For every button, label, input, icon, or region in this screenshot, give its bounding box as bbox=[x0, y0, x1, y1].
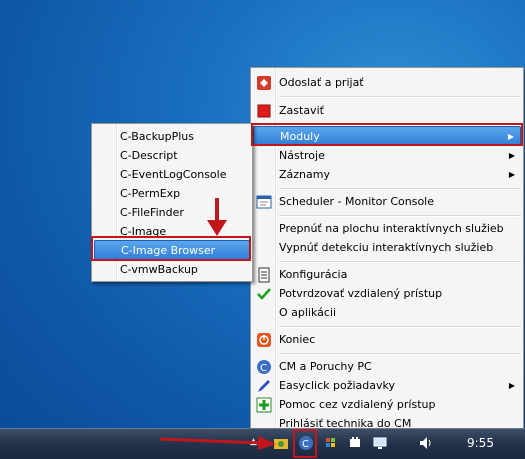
submenu-item-label: C-PermExp bbox=[120, 187, 181, 200]
menu-item-remote-help[interactable]: Pomoc cez vzdialený prístup bbox=[253, 395, 521, 414]
remote-help-icon bbox=[256, 397, 272, 413]
annotation-arrow-right-icon bbox=[159, 436, 276, 450]
submenu-item-vmwbackup[interactable]: C-vmwBackup bbox=[94, 260, 250, 279]
pen-icon bbox=[256, 378, 272, 394]
menu-item-label: Odoslať a prijať bbox=[279, 76, 364, 89]
menu-separator bbox=[279, 353, 521, 355]
submenu-item-label: C-EventLogConsole bbox=[120, 168, 227, 181]
annotation-box-tray-icon bbox=[293, 429, 317, 458]
menu-item-label: CM a Poruchy PC bbox=[279, 360, 372, 373]
submenu-item-descript[interactable]: C-Descript bbox=[94, 146, 250, 165]
menu-separator bbox=[279, 261, 521, 263]
menu-item-label: Konfigurácia bbox=[279, 268, 348, 281]
menu-separator bbox=[279, 326, 521, 328]
configuration-icon bbox=[256, 267, 272, 283]
menu-item-easyclick[interactable]: Easyclick požiadavky ▶ bbox=[253, 376, 521, 395]
submenu-arrow-icon: ▶ bbox=[508, 170, 515, 179]
submenu-item-label: C-FileFinder bbox=[120, 206, 184, 219]
menu-item-switch-desktop[interactable]: Prepnúť na plochu interaktívnych služieb bbox=[253, 219, 521, 238]
menu-item-label: Scheduler - Monitor Console bbox=[279, 195, 435, 208]
submenu-item-label: C-Descript bbox=[120, 149, 178, 162]
submenu-item-backupplus[interactable]: C-BackupPlus bbox=[94, 127, 250, 146]
menu-item-label: Pomoc cez vzdialený prístup bbox=[279, 398, 436, 411]
scheduler-icon bbox=[256, 194, 272, 210]
menu-separator bbox=[279, 188, 521, 190]
taskbar-clock[interactable]: 9:55 bbox=[467, 436, 494, 450]
menu-item-label: Záznamy bbox=[279, 168, 330, 181]
submenu-item-eventlogconsole[interactable]: C-EventLogConsole bbox=[94, 165, 250, 184]
menu-item-disable-detection[interactable]: Vypnúť detekciu interaktívnych služieb bbox=[253, 238, 521, 257]
menu-item-tools[interactable]: Nástroje ▶ bbox=[253, 146, 521, 165]
menu-item-send-receive[interactable]: Odoslať a prijať bbox=[253, 73, 521, 92]
menu-item-confirm-remote[interactable]: Potvrdzovať vzdialený prístup bbox=[253, 284, 521, 303]
menu-item-label: O aplikácii bbox=[279, 306, 337, 319]
menu-separator bbox=[279, 96, 521, 98]
menu-item-label: Nástroje bbox=[279, 149, 325, 162]
menu-item-scheduler[interactable]: Scheduler - Monitor Console bbox=[253, 192, 521, 211]
menu-item-exit[interactable]: Koniec bbox=[253, 330, 521, 349]
submenu-arrow-icon: ▶ bbox=[508, 381, 515, 390]
menu-item-label: Zastaviť bbox=[279, 104, 324, 117]
menu-separator bbox=[279, 215, 521, 217]
network-icon[interactable] bbox=[372, 435, 388, 451]
menu-item-label: Prepnúť na plochu interaktívnych služieb bbox=[279, 222, 504, 235]
submenu-item-label: C-vmwBackup bbox=[120, 263, 198, 276]
annotation-box-modules bbox=[251, 123, 523, 146]
volume-icon[interactable] bbox=[418, 435, 434, 451]
annotation-arrow-down-icon bbox=[207, 198, 227, 236]
cm-icon: C bbox=[256, 359, 272, 375]
submenu-item-label: C-BackupPlus bbox=[120, 130, 194, 143]
exit-icon bbox=[256, 332, 272, 348]
menu-item-label: Easyclick požiadavky bbox=[279, 379, 396, 392]
checkmark-icon bbox=[256, 286, 272, 302]
submenu-arrow-icon: ▶ bbox=[508, 151, 515, 160]
annotation-box-image-browser bbox=[91, 236, 251, 261]
power-icon[interactable] bbox=[347, 435, 363, 451]
menu-item-cm-pc[interactable]: C CM a Poruchy PC bbox=[253, 357, 521, 376]
stop-icon bbox=[256, 103, 272, 119]
menu-item-configuration[interactable]: Konfigurácia bbox=[253, 265, 521, 284]
menu-item-label: Koniec bbox=[279, 333, 316, 346]
menu-item-label: Potvrdzovať vzdialený prístup bbox=[279, 287, 443, 300]
menu-item-label: Vypnúť detekciu interaktívnych služieb bbox=[279, 241, 494, 254]
svg-text:C: C bbox=[260, 363, 267, 374]
flag-icon[interactable] bbox=[323, 435, 339, 451]
menu-item-about[interactable]: O aplikácii bbox=[253, 303, 521, 322]
send-receive-icon bbox=[256, 75, 272, 91]
context-menu: Odoslať a prijať Zastaviť Moduly ▶ Nástr… bbox=[250, 67, 524, 433]
menu-item-records[interactable]: Záznamy ▶ bbox=[253, 165, 521, 184]
menu-item-stop[interactable]: Zastaviť bbox=[253, 101, 521, 120]
